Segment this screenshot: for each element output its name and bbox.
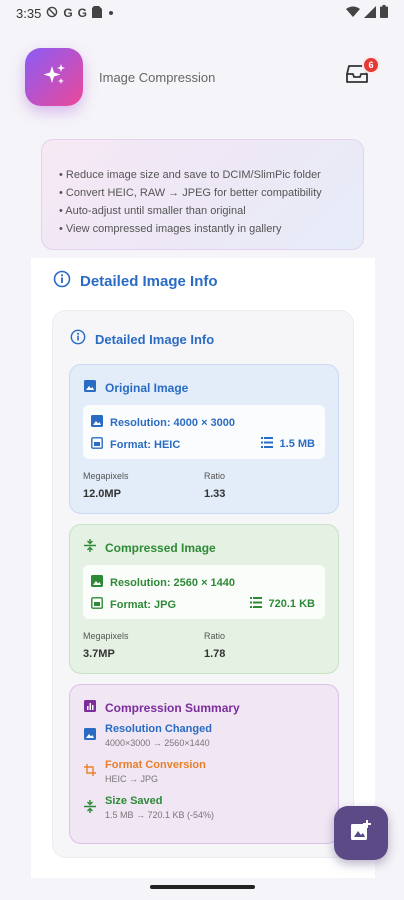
- summary-item-resolution: Resolution Changed 4000×3000 → 2560×1440: [84, 723, 212, 748]
- card-title: Original Image: [105, 381, 189, 395]
- info-icon: [70, 329, 86, 350]
- chart-icon: [84, 699, 96, 717]
- wifi-icon: [346, 6, 360, 21]
- photo-frame-icon: [91, 437, 103, 452]
- resolution-row: Resolution: 4000 × 3000: [91, 415, 235, 430]
- feature-line: • Reduce image size and save to DCIM/Sli…: [59, 169, 321, 181]
- image-icon: [84, 379, 96, 397]
- no-disturb-icon: [46, 6, 58, 21]
- summary-item-title: Format Conversion: [105, 759, 206, 771]
- card-header: Compression Summary: [84, 699, 240, 717]
- battery-icon: [380, 5, 388, 21]
- summary-item-format: Format Conversion HEIC → JPG: [84, 759, 206, 784]
- megapixels-label: Megapixels: [83, 631, 129, 641]
- details-section: Detailed Image Info Detailed Image Info …: [31, 258, 375, 878]
- size-text: 1.5 MB: [279, 438, 315, 450]
- detail-card: Detailed Image Info Original Image Resol…: [52, 310, 354, 858]
- ratio-value: 1.33: [204, 488, 226, 500]
- info-icon: [53, 270, 71, 293]
- summary-item-title: Size Saved: [105, 795, 163, 807]
- summary-item-size: Size Saved 1.5 MB → 720.1 KB (-54%): [84, 795, 214, 820]
- features-card: • Reduce image size and save to DCIM/Sli…: [41, 139, 364, 250]
- size-row: 720.1 KB: [249, 597, 315, 611]
- signal-icon: [364, 5, 376, 21]
- compress-icon: [84, 539, 96, 557]
- detail-box: Resolution: 4000 × 3000 Format: HEIC 1.5…: [83, 405, 325, 459]
- feature-line: • Convert HEIC, RAW → JPEG for better co…: [59, 187, 322, 199]
- app-title: Image Compression: [99, 70, 216, 85]
- sparkles-icon: [41, 62, 67, 93]
- storage-icon: [249, 597, 262, 611]
- section-title: Detailed Image Info: [80, 273, 218, 290]
- app-logo: [25, 48, 83, 106]
- ratio-label: Ratio: [204, 471, 226, 481]
- google-icon: G: [77, 6, 87, 20]
- size-row: 1.5 MB: [260, 437, 315, 451]
- photo-frame-icon: [91, 597, 103, 612]
- convert-icon: [84, 759, 96, 784]
- feature-line: • Auto-adjust until smaller than origina…: [59, 205, 246, 217]
- resolution-text: Resolution: 4000 × 3000: [110, 416, 236, 429]
- format-text: Format: JPG: [110, 598, 177, 611]
- compress-icon: [84, 795, 96, 820]
- summary-item-detail: 4000×3000 → 2560×1440: [105, 738, 210, 748]
- compression-summary-card: Compression Summary Resolution Changed 4…: [69, 684, 339, 844]
- card-title: Compression Summary: [105, 701, 240, 715]
- megapixels-value: 3.7MP: [83, 648, 115, 660]
- detail-box: Resolution: 2560 × 1440 Format: JPG 720.…: [83, 565, 325, 619]
- google-icon: G: [63, 6, 73, 20]
- card-title: Compressed Image: [105, 541, 216, 555]
- card-header: Compressed Image: [84, 539, 216, 557]
- summary-item-detail: 1.5 MB → 720.1 KB (-54%): [105, 810, 215, 820]
- add-image-button[interactable]: [334, 806, 388, 860]
- image-icon: [91, 575, 103, 590]
- sim-card-icon: [92, 5, 102, 21]
- size-text: 720.1 KB: [268, 598, 315, 610]
- home-indicator[interactable]: [150, 885, 255, 889]
- card-header: Original Image: [84, 379, 188, 397]
- status-bar: 3:35 G G: [0, 0, 404, 26]
- section-header: Detailed Image Info: [53, 270, 218, 293]
- status-time: 3:35: [16, 5, 42, 21]
- resolution-row: Resolution: 2560 × 1440: [91, 575, 235, 590]
- image-icon: [84, 723, 96, 748]
- ratio-value: 1.78: [204, 648, 226, 660]
- compressed-image-card: Compressed Image Resolution: 2560 × 1440…: [69, 524, 339, 674]
- format-row: Format: JPG: [91, 597, 176, 612]
- summary-item-detail: HEIC → JPG: [105, 774, 159, 784]
- megapixels-value: 12.0MP: [83, 488, 121, 500]
- dot-icon: [107, 6, 115, 20]
- megapixels-label: Megapixels: [83, 471, 129, 481]
- format-row: Format: HEIC: [91, 437, 180, 452]
- original-image-card: Original Image Resolution: 4000 × 3000 F…: [69, 364, 339, 514]
- feature-line: • View compressed images instantly in ga…: [59, 223, 282, 235]
- summary-item-title: Resolution Changed: [105, 723, 212, 735]
- inner-header: Detailed Image Info: [70, 329, 214, 350]
- resolution-text: Resolution: 2560 × 1440: [110, 576, 236, 589]
- add-photo-icon: [350, 819, 372, 847]
- notification-badge: 6: [362, 56, 380, 74]
- image-icon: [91, 415, 103, 430]
- format-text: Format: HEIC: [110, 438, 181, 451]
- inner-title: Detailed Image Info: [95, 332, 215, 347]
- ratio-label: Ratio: [204, 631, 226, 641]
- storage-icon: [260, 437, 273, 451]
